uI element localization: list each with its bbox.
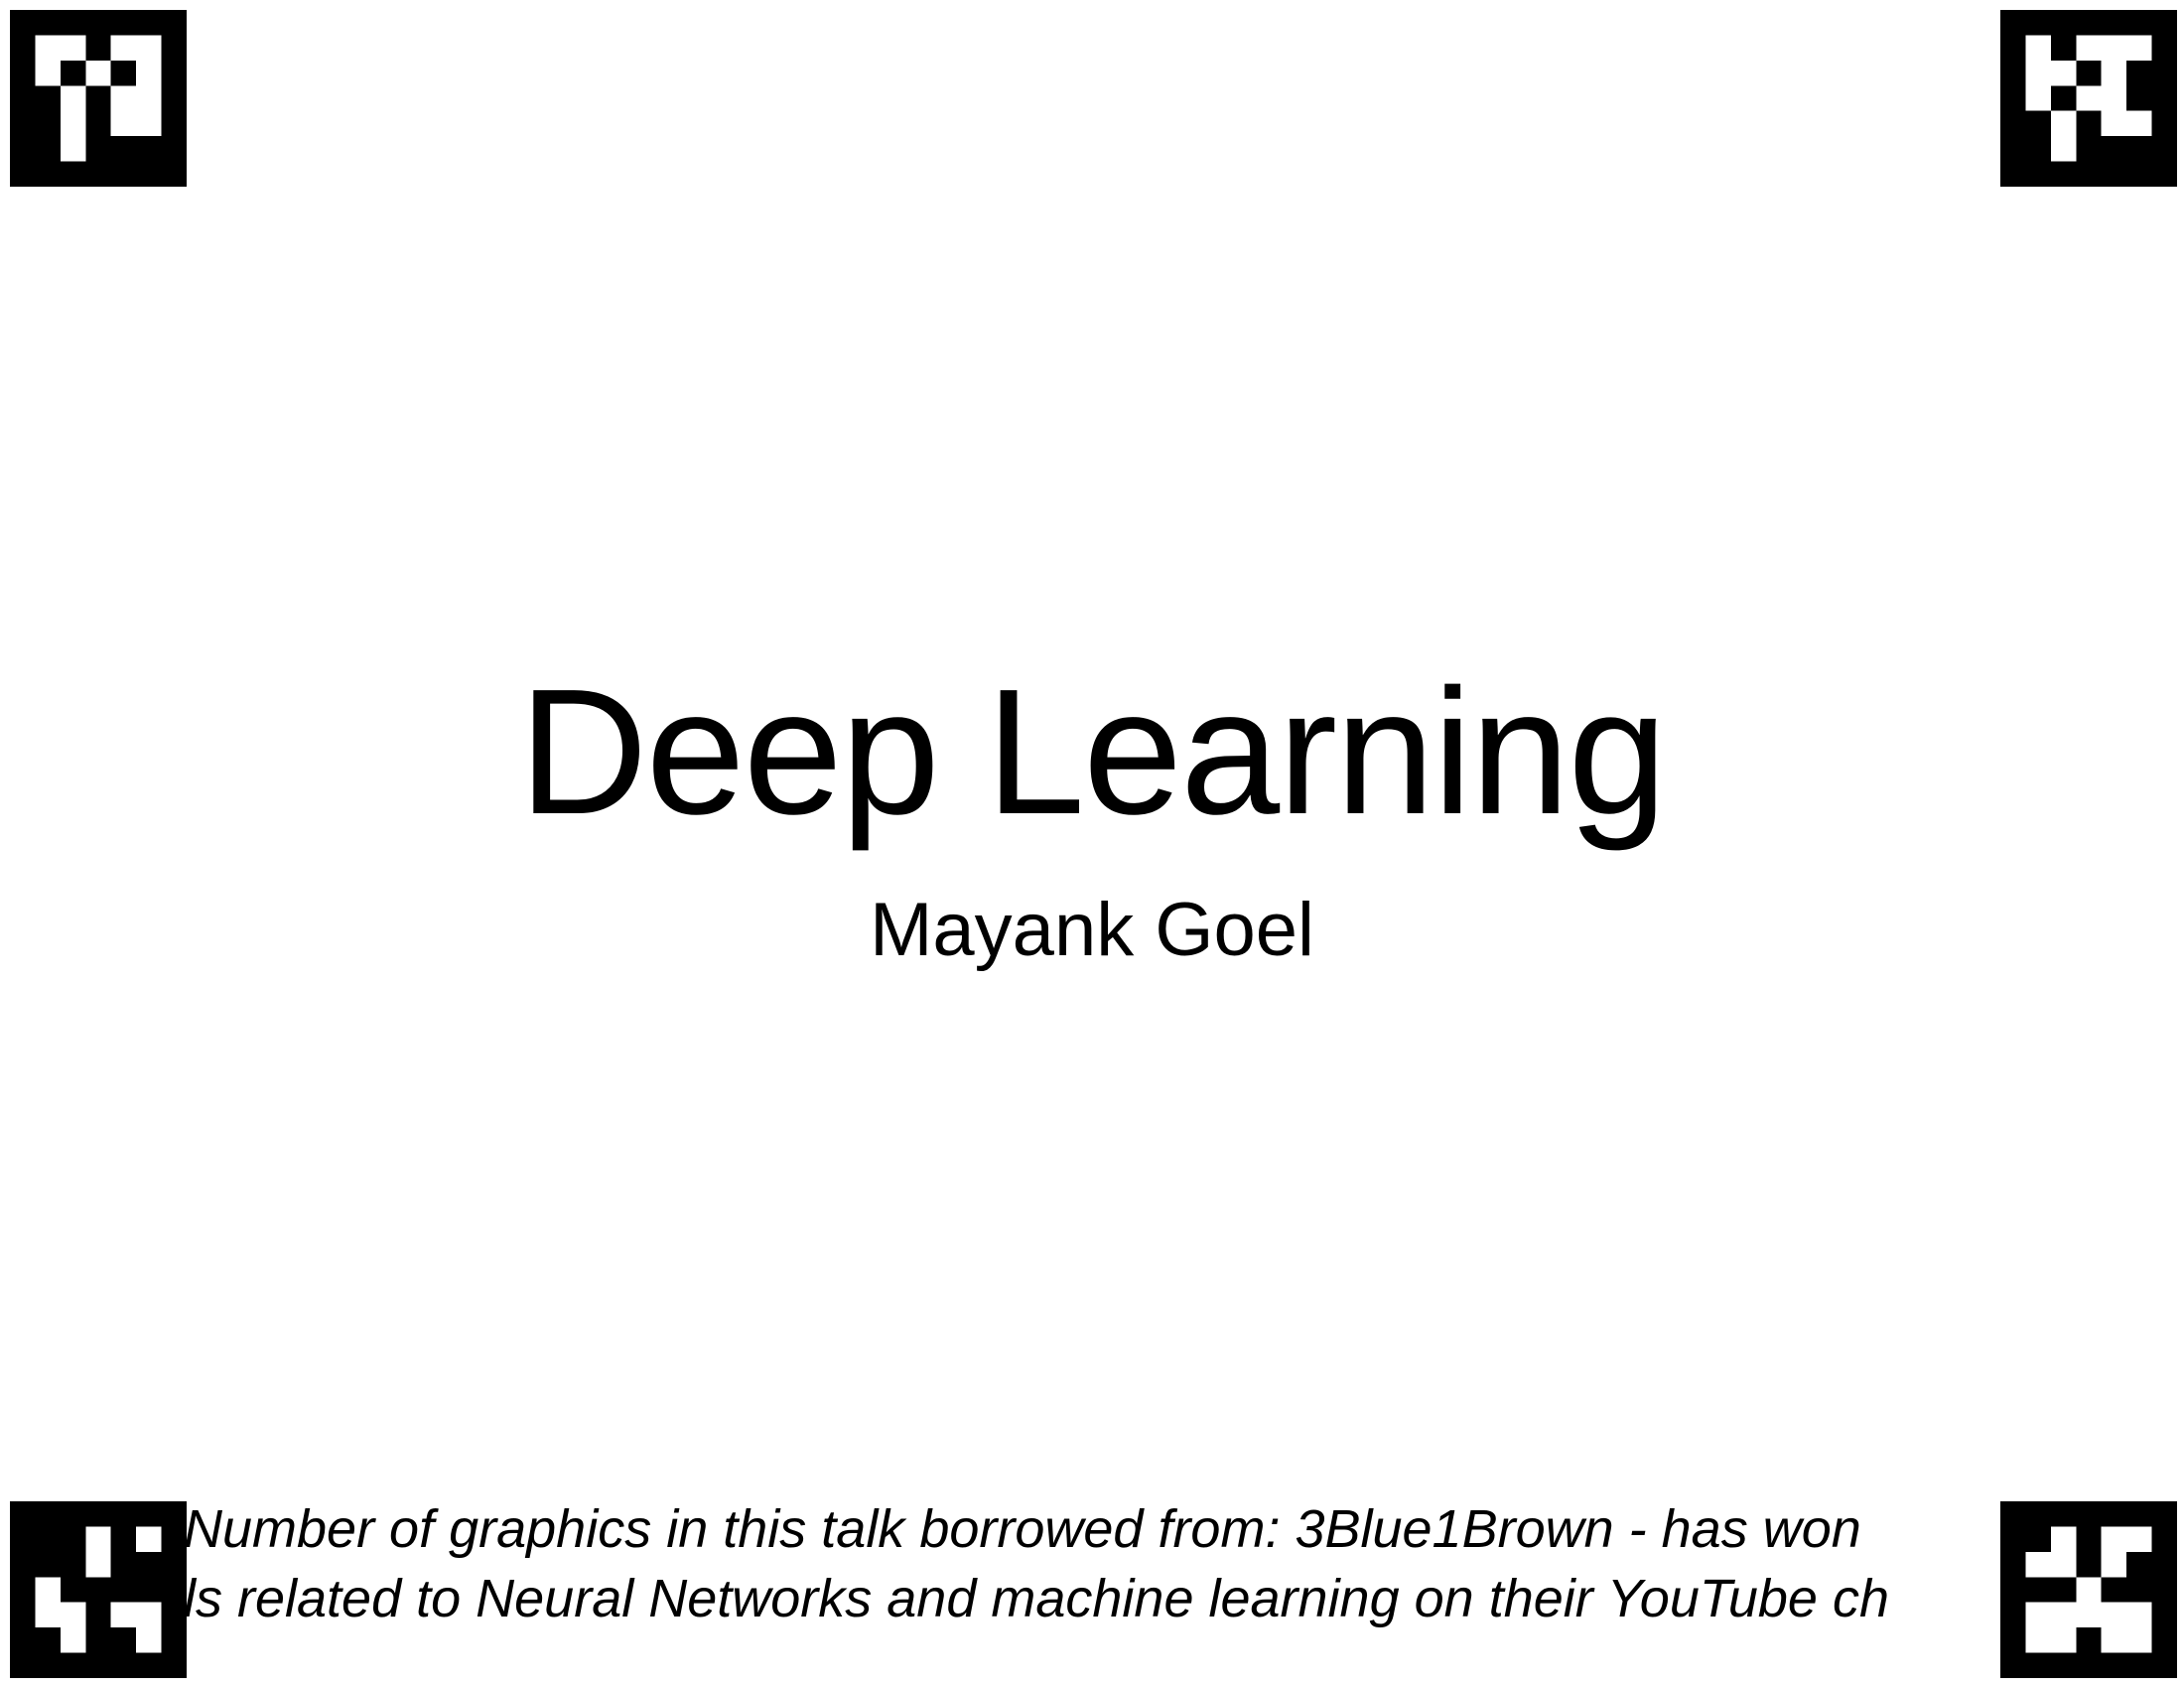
credits-footnote: Number of graphics in this talk borrowed… (184, 1494, 2000, 1633)
author-name: Mayank Goel (870, 888, 1314, 972)
fiducial-marker-bottom-left (10, 1501, 187, 1678)
fiducial-marker-bottom-right (2000, 1501, 2177, 1678)
aruco-marker-icon (2000, 1501, 2177, 1678)
slide-title: Deep Learning (518, 652, 1668, 852)
footnote-line-1: Number of graphics in this talk borrowed… (184, 1499, 1861, 1559)
fiducial-marker-top-right (2000, 10, 2177, 187)
slide: Deep Learning Mayank Goel Number of grap… (0, 0, 2184, 1688)
aruco-marker-icon (10, 10, 187, 187)
footnote-line-2: ls related to Neural Networks and machin… (184, 1569, 1889, 1628)
aruco-marker-icon (10, 1501, 187, 1678)
aruco-marker-icon (2000, 10, 2177, 187)
fiducial-marker-top-left (10, 10, 187, 187)
